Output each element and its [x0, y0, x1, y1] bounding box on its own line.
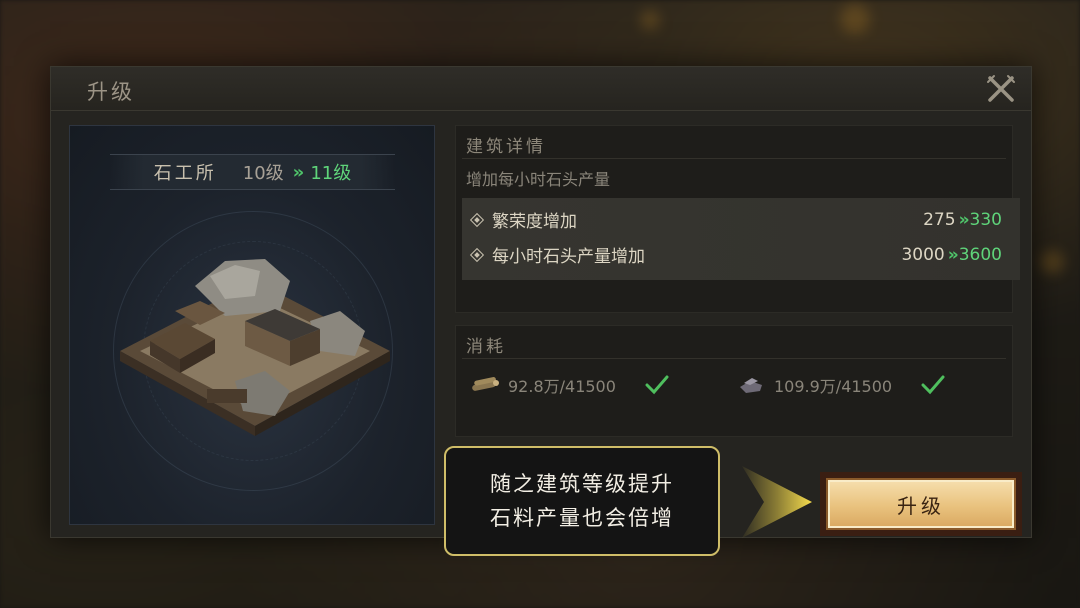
cost-title: 消耗 [466, 337, 506, 357]
diamond-bullet-icon [469, 212, 485, 227]
upgrade-button[interactable]: 升级 [820, 472, 1022, 536]
stat-name: 繁荣度增加 [492, 212, 577, 232]
building-name: 石工所 [153, 163, 217, 184]
stat-row-prosperity: 繁荣度增加 275 » 330 [462, 202, 1020, 237]
level-arrow-icon: » [292, 161, 305, 183]
cost-amount: 109.9万/41500 [774, 377, 893, 396]
increase-arrow-icon: » [958, 209, 970, 230]
increase-arrow-icon: » [947, 244, 959, 265]
cost-item-wood: 92.8万/41500 [470, 372, 670, 398]
building-details-section: 建筑详情 增加每小时石头产量 繁荣度增加 275 » 330 每小时石头产量增加… [455, 125, 1020, 313]
upgrade-button-label: 升级 [826, 478, 1016, 530]
diamond-bullet-icon [469, 247, 485, 262]
cost-item-stone: 109.9万/41500 [736, 372, 946, 398]
cost-amount: 92.8万/41500 [508, 377, 616, 396]
details-description: 增加每小时石头产量 [466, 170, 611, 189]
stat-list: 繁荣度增加 275 » 330 每小时石头产量增加 3000 » 3600 [462, 198, 1020, 280]
tutorial-tooltip: 随之建筑等级提升 石料产量也会倍增 [444, 446, 720, 556]
tooltip-line-1: 随之建筑等级提升 [490, 472, 674, 496]
stat-row-stone-output: 每小时石头产量增加 3000 » 3600 [462, 237, 1020, 272]
tooltip-line-2: 石料产量也会倍增 [490, 506, 674, 530]
wood-icon [472, 377, 499, 391]
close-icon [987, 75, 1015, 102]
quarry-building-image [120, 259, 390, 436]
modal-title: 升级 [87, 80, 135, 104]
modal-header: 升级 [51, 67, 1031, 111]
check-icon [645, 375, 669, 395]
level-from: 10级 [242, 163, 284, 184]
details-title: 建筑详情 [466, 137, 546, 157]
close-button[interactable] [985, 73, 1017, 105]
stat-name: 每小时石头产量增加 [492, 247, 645, 267]
cost-section: 消耗 92.8万/41500 109.9万/41500 [455, 325, 1013, 437]
stat-value: 275 » 330 [923, 209, 1002, 230]
check-icon [921, 375, 945, 395]
building-preview-panel: 石工所 10级 » 11级 [69, 125, 435, 525]
building-name-plate: 石工所 10级 » 11级 [110, 154, 395, 190]
level-to: 11级 [310, 163, 352, 184]
stat-value: 3000 » 3600 [901, 244, 1002, 265]
pointer-arrow-icon [742, 466, 812, 538]
stone-icon [740, 378, 762, 393]
